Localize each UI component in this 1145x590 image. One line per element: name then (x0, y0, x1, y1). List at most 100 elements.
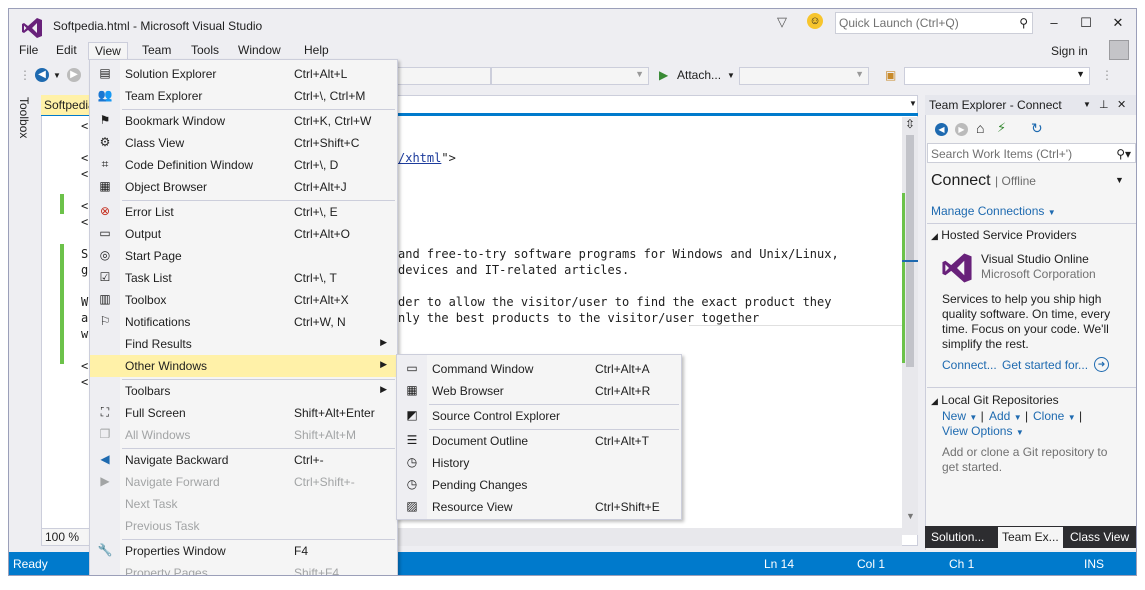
home-icon[interactable]: ⌂ (976, 120, 984, 136)
menu-item-navigate-backward[interactable]: ◀ Navigate Backward Ctrl+- (90, 449, 397, 471)
tab-team-explorer[interactable]: Team Ex... (998, 527, 1063, 548)
filter-icon[interactable]: ▽ (777, 14, 787, 30)
tab-solution-explorer[interactable]: Solution... (927, 527, 988, 548)
te-forward-icon[interactable]: ▶ (955, 123, 968, 136)
back-icon[interactable]: ◀ (35, 68, 49, 82)
git-section-header[interactable]: ◢ Local Git Repositories (931, 393, 1059, 407)
vso-title[interactable]: Visual Studio Online (981, 252, 1089, 267)
menu-item-error-list[interactable]: ⊗ Error List Ctrl+\, E (90, 201, 397, 223)
quick-launch-input[interactable]: Quick Launch (Ctrl+Q) ⚲ (835, 12, 1033, 34)
solution-platform-dropdown[interactable]: ▼ (491, 67, 649, 85)
chevron-down-icon: ▼ (1015, 428, 1024, 437)
menu-item-toolbars[interactable]: Toolbars ▶ (90, 380, 397, 402)
menu-item-toolbox[interactable]: ▥ Toolbox Ctrl+Alt+X (90, 289, 397, 311)
menu-item-shortcut: Shift+Alt+M (294, 428, 357, 442)
chevron-down-icon: ▼ (1067, 413, 1076, 422)
connect-plug-icon[interactable]: ⚡ (997, 120, 1006, 136)
scroll-down-icon[interactable]: ▼ (906, 511, 915, 521)
menu-help[interactable]: Help (298, 42, 335, 60)
menu-item-bookmark-window[interactable]: ⚑ Bookmark Window Ctrl+K, Ctrl+W (90, 110, 397, 132)
new-label: New (942, 409, 967, 423)
work-items-search-input[interactable]: Search Work Items (Ctrl+') ⚲▾ (927, 143, 1136, 163)
process-dropdown[interactable]: ▼ (739, 67, 869, 85)
maximize-button[interactable]: ☐ (1071, 15, 1101, 35)
new-repo-link[interactable]: New ▼ | (942, 409, 984, 423)
menu-item-shortcut: Ctrl+Shift+E (595, 500, 660, 514)
link-separator: | (1078, 409, 1083, 423)
zoom-level[interactable]: 100 % (41, 528, 91, 546)
menu-item-find-results[interactable]: Find Results ▶ (90, 333, 397, 355)
panel-close-icon[interactable]: ✕ (1117, 98, 1126, 111)
close-button[interactable]: ✕ (1103, 15, 1133, 35)
refresh-icon[interactable]: ↻ (1031, 120, 1043, 137)
connect-page-dropdown-icon[interactable]: ▼ (1115, 175, 1124, 185)
view-options-link[interactable]: View Options ▼ (942, 424, 1024, 438)
back-dropdown-icon[interactable]: ▼ (53, 71, 61, 80)
class-view-icon: ⚙ (99, 135, 111, 149)
toolbox-tab[interactable]: Toolbox (17, 97, 31, 138)
code-fragment: w (81, 327, 89, 341)
clone-repo-link[interactable]: Clone ▼ | (1033, 409, 1082, 423)
menu-item-history[interactable]: ◷ History (397, 452, 681, 474)
menu-item-command-window[interactable]: ▭ Command Window Ctrl+Alt+A (397, 358, 681, 380)
find-in-files-icon[interactable]: ▣ (885, 68, 896, 82)
te-back-icon[interactable]: ◀ (935, 123, 948, 136)
start-debug-icon[interactable]: ▶ (659, 68, 668, 82)
minimize-button[interactable]: ‒ (1039, 15, 1069, 35)
menu-window[interactable]: Window (232, 42, 287, 60)
forward-icon[interactable]: ▶ (67, 68, 81, 82)
menu-item-resource-view[interactable]: ▨ Resource View Ctrl+Shift+E (397, 496, 681, 518)
solution-config-dropdown[interactable] (397, 67, 491, 85)
menu-item-web-browser[interactable]: ▦ Web Browser Ctrl+Alt+R (397, 380, 681, 402)
menu-file[interactable]: File (13, 42, 44, 60)
menu-item-document-outline[interactable]: ☰ Document Outline Ctrl+Alt+T (397, 430, 681, 452)
menu-item-output[interactable]: ▭ Output Ctrl+Alt+O (90, 223, 397, 245)
menu-item-other-windows[interactable]: Other Windows ▶ (90, 355, 397, 377)
menu-item-code-definition-window[interactable]: ⌗ Code Definition Window Ctrl+\, D (90, 154, 397, 176)
menu-item-team-explorer[interactable]: 👥 Team Explorer Ctrl+\, Ctrl+M (90, 85, 397, 107)
scroll-thumb[interactable] (906, 135, 914, 367)
hosted-section-header[interactable]: ◢ Hosted Service Providers (931, 228, 1077, 242)
menu-item-notifications[interactable]: ⚐ Notifications Ctrl+W, N (90, 311, 397, 333)
get-started-link[interactable]: Get started for... (1002, 358, 1088, 372)
menu-item-solution-explorer[interactable]: ▤ Solution Explorer Ctrl+Alt+L (90, 63, 397, 85)
menu-item-task-list[interactable]: ☑ Task List Ctrl+\, T (90, 267, 397, 289)
xhtml-link[interactable]: /xhtml (398, 151, 441, 165)
section-divider (927, 223, 1136, 224)
avatar[interactable] (1109, 40, 1129, 60)
menu-item-start-page[interactable]: ◎ Start Page (90, 245, 397, 267)
link-separator: | (1024, 409, 1029, 423)
vso-connect-link[interactable]: Connect... (942, 358, 997, 372)
tab-class-view[interactable]: Class View (1066, 527, 1133, 548)
menu-item-class-view[interactable]: ⚙ Class View Ctrl+Shift+C (90, 132, 397, 154)
attach-button[interactable]: Attach... (677, 68, 721, 82)
split-view-icon[interactable]: ⇳ (902, 117, 918, 133)
sign-in-link[interactable]: Sign in (1051, 44, 1088, 58)
arrow-right-icon[interactable]: ➜ (1094, 357, 1109, 372)
git-description: get started. (942, 460, 1003, 474)
menu-item-pending-changes[interactable]: ◷ Pending Changes (397, 474, 681, 496)
toolbar-overflow-icon[interactable]: ⋮ (1101, 68, 1113, 82)
menu-tools[interactable]: Tools (185, 42, 225, 60)
menu-item-properties-window[interactable]: 🔧 Properties Window F4 (90, 540, 397, 562)
tab-dropdown-icon[interactable]: ▼ (909, 99, 917, 108)
find-combo[interactable]: ▼ (904, 67, 1090, 85)
menu-team[interactable]: Team (136, 42, 177, 60)
menu-item-full-screen[interactable]: ⛶ Full Screen Shift+Alt+Enter (90, 402, 397, 424)
menu-item-label: History (432, 456, 470, 470)
pin-icon[interactable]: ⊥ (1099, 98, 1109, 111)
menu-edit[interactable]: Edit (50, 42, 83, 60)
menu-view[interactable]: View (88, 42, 128, 60)
manage-connections-link[interactable]: Manage Connections ▼ (931, 204, 1056, 218)
menu-item-shortcut: Ctrl+Shift+- (294, 475, 355, 489)
menu-item-label: Code Definition Window (125, 158, 254, 172)
menu-item-shortcut: Ctrl+Alt+L (294, 67, 348, 81)
add-repo-link[interactable]: Add ▼ | (989, 409, 1028, 423)
menu-item-object-browser[interactable]: ▦ Object Browser Ctrl+Alt+J (90, 176, 397, 198)
menu-item-source-control-explorer[interactable]: ◩ Source Control Explorer (397, 405, 681, 427)
attach-dropdown-icon[interactable]: ▼ (727, 71, 735, 80)
panel-menu-icon[interactable]: ▼ (1083, 100, 1091, 109)
status-column: Col 1 (857, 557, 886, 571)
feedback-smiley-icon[interactable]: ☺ (807, 13, 823, 29)
submenu-arrow-icon: ▶ (380, 384, 387, 394)
